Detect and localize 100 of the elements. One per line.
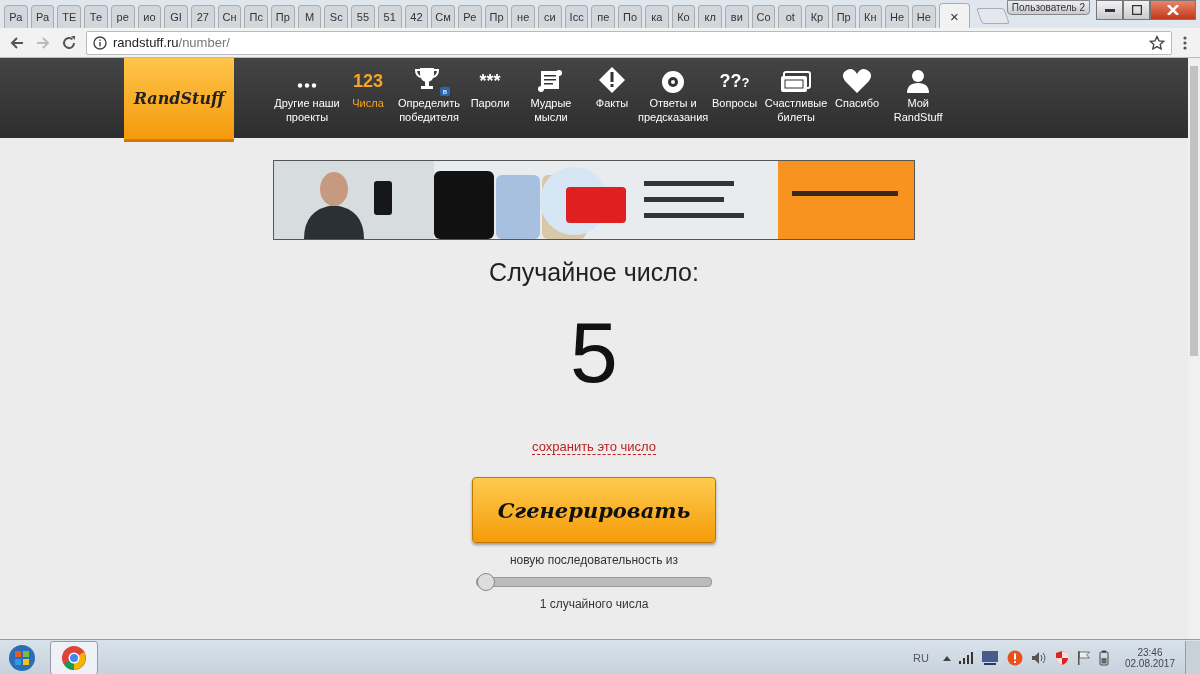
browser-tab[interactable]: пе <box>591 5 616 28</box>
heading: Случайное число: <box>489 258 699 287</box>
clock[interactable]: 23:46 02.08.2017 <box>1124 647 1175 669</box>
save-link[interactable]: сохранить это число <box>532 439 656 455</box>
browser-tab[interactable]: ot <box>778 5 803 28</box>
nav-label: Числа <box>352 96 384 110</box>
dots-icon <box>296 83 318 88</box>
browser-tab[interactable]: Со <box>751 5 776 28</box>
nav-item[interactable]: ??? Вопросы <box>710 58 760 138</box>
reload-icon[interactable] <box>60 33 78 52</box>
sequence-label: новую последовательность из <box>509 553 679 567</box>
browser-tab[interactable]: 27 <box>190 5 215 28</box>
nav-item[interactable]: Ответы и предсказания <box>636 58 710 138</box>
info-icon[interactable] <box>93 35 107 50</box>
browser-tab[interactable]: Не <box>911 5 936 28</box>
nav-item[interactable]: *** Пароли <box>466 58 514 138</box>
slider-thumb[interactable] <box>477 573 495 591</box>
browser-tab[interactable]: Кн <box>858 5 883 28</box>
browser-tab[interactable]: Пс <box>244 5 269 28</box>
browser-tab[interactable]: Ра <box>4 5 28 28</box>
scroll-icon <box>537 68 565 94</box>
heart-icon <box>842 68 873 94</box>
browser-tab[interactable]: 51 <box>377 5 402 28</box>
maximize-icon <box>1131 5 1142 15</box>
browser-tab[interactable]: М <box>297 5 322 28</box>
browser-tab[interactable]: не <box>511 5 536 28</box>
nav-item[interactable]: в Определить победителя <box>392 58 466 138</box>
menu-icon[interactable] <box>1182 34 1188 51</box>
browser-tab[interactable]: GI <box>164 5 188 28</box>
nav-item[interactable]: Мудрые мысли <box>514 58 588 138</box>
browser-tab[interactable]: См <box>431 5 455 28</box>
eight-ball-icon <box>661 70 685 94</box>
nav-label: Факты <box>595 96 629 110</box>
browser-tab[interactable]: Пр <box>831 5 856 28</box>
warning-icon[interactable] <box>1006 650 1023 666</box>
browser-tab[interactable]: Icc <box>564 5 589 28</box>
browser-tab[interactable]: ре <box>110 5 135 28</box>
browser-tab[interactable]: Не <box>885 5 909 28</box>
browser-tab[interactable]: Ре <box>457 5 482 28</box>
browser-tab[interactable]: си <box>538 5 562 28</box>
close-tab-button[interactable]: × <box>950 8 959 24</box>
warning-icon <box>598 66 626 94</box>
minimize-button[interactable] <box>1096 0 1124 20</box>
browser-tab[interactable]: Сн <box>217 5 242 28</box>
browser-tab[interactable]: Пр <box>271 5 295 28</box>
nav-label: Мудрые мысли <box>529 96 573 124</box>
browser-tab[interactable]: TE <box>57 5 82 28</box>
browser-tab[interactable]: Пр <box>484 5 509 28</box>
nav-item[interactable]: Счастливые билеты <box>759 58 834 138</box>
browser-tab[interactable]: ио <box>137 5 162 28</box>
speaker-icon[interactable] <box>1030 651 1047 665</box>
bookmark-star-icon[interactable] <box>1149 34 1165 51</box>
asterisks-icon: *** <box>479 72 501 90</box>
profile-button[interactable]: Пользователь 2 <box>1006 0 1091 15</box>
monitor-icon[interactable] <box>980 650 999 666</box>
nav-label: Счастливые билеты <box>763 96 829 124</box>
browser-tab[interactable]: × <box>938 3 971 28</box>
scrollbar[interactable] <box>1188 58 1200 639</box>
nav-label: Ответы и предсказания <box>638 96 708 124</box>
browser-tab[interactable]: ка <box>644 5 669 28</box>
nav-label: Другие наши проекты <box>273 96 341 124</box>
battery-icon[interactable] <box>1098 650 1109 666</box>
generate-button[interactable]: Сгенерировать <box>472 477 716 543</box>
minimize-icon <box>1104 8 1115 12</box>
nav-label: Определить победителя <box>397 96 461 124</box>
person-icon <box>905 68 932 94</box>
browser-tab[interactable]: Кр <box>805 5 829 28</box>
tickets-icon <box>779 70 814 94</box>
nav-item[interactable]: Спасибо <box>833 58 882 138</box>
language-indicator[interactable]: RU <box>913 652 929 664</box>
browser-logo-icon <box>61 645 87 671</box>
count-label: 1 случайного числа <box>539 597 649 611</box>
browser-tab[interactable]: По <box>618 5 642 28</box>
taskbar-browser-button[interactable] <box>50 641 98 674</box>
browser-tab[interactable]: кл <box>698 5 722 28</box>
nav-item[interactable]: Другие наши проекты <box>270 58 344 138</box>
browser-tab[interactable]: Те <box>84 5 108 28</box>
random-number: 5 <box>570 309 618 395</box>
nav-label: Спасибо <box>835 96 880 110</box>
browser-tab[interactable]: Ко <box>671 5 696 28</box>
show-hidden-icons[interactable] <box>942 655 951 661</box>
browser-tab[interactable]: Sc <box>324 5 349 28</box>
asterisks-icon: 123 <box>352 72 383 90</box>
flag-icon[interactable] <box>1076 650 1091 666</box>
vk-badge: в <box>439 87 450 96</box>
shield-icon[interactable] <box>1054 650 1069 666</box>
nav-item[interactable]: Факты <box>588 58 636 138</box>
browser-tab[interactable]: Ра <box>30 5 55 28</box>
site-logo[interactable]: RandStuff <box>124 58 234 142</box>
browser-tab[interactable]: 42 <box>404 5 429 28</box>
close-window-button[interactable] <box>1150 0 1197 20</box>
browser-tab[interactable]: 55 <box>351 5 375 28</box>
browser-tab[interactable]: ви <box>725 5 749 28</box>
nav-item[interactable]: Мой RandStuff <box>881 58 956 138</box>
windows-logo-icon <box>8 644 36 672</box>
nav-item[interactable]: 123 Числа <box>344 58 392 138</box>
address-bar[interactable]: randstuff.ru/number/ <box>86 30 1172 55</box>
question-marks-icon: ??? <box>719 72 750 90</box>
signal-icon[interactable] <box>958 652 973 664</box>
maximize-button[interactable] <box>1123 0 1151 20</box>
